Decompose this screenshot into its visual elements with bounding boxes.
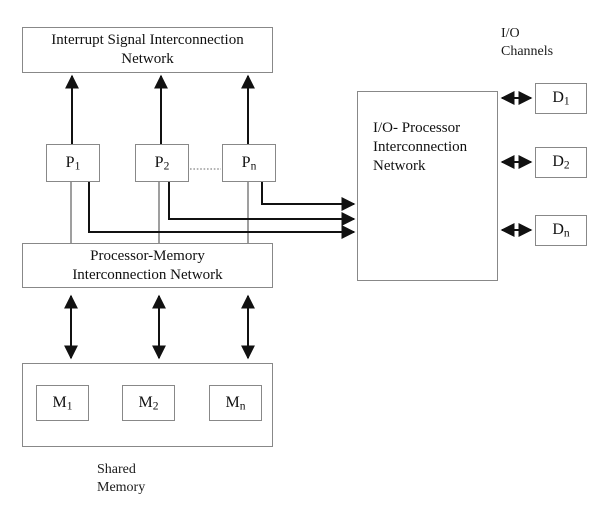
processor-box-pn[interactable]: Pn [222,144,276,182]
memory-arrow-group [64,294,255,360]
device-d1-label: D1 [552,89,570,108]
memory-m2-label: M2 [138,393,159,413]
device-dn-label: Dn [552,221,570,240]
processor-pn-label: Pn [241,153,257,173]
io-channels-label: I/O Channels [501,26,554,60]
memory-module-box-mn[interactable]: Mn [209,385,262,421]
interrupt-signal-interconnection-network-box[interactable]: Interrupt Signal Interconnection Network [22,27,273,73]
memory-module-box-m1[interactable]: M1 [36,385,89,421]
processor-memory-drop-lines [70,182,249,245]
interrupt-arrow-group [65,74,255,144]
device-arrow-group [500,91,533,237]
io-processor-network-label: I/O- Processor Interconnection Network [373,120,468,174]
io-device-box-d1[interactable]: D1 [535,83,587,114]
memory-m1-label: M1 [52,393,73,413]
interrupt-network-label: Interrupt Signal Interconnection Network [51,32,244,67]
processor-box-p1[interactable]: P1 [46,144,100,182]
io-processor-interconnection-network-box[interactable]: I/O- Processor Interconnection Network [357,91,498,281]
processor-memory-interconnection-network-box[interactable]: Processor-Memory Interconnection Network [22,243,273,288]
memory-mn-label: Mn [225,393,246,413]
device-d2-label: D2 [552,153,570,172]
shared-memory-label: Shared Memory [97,462,146,496]
io-device-box-dn[interactable]: Dn [535,215,587,246]
processor-p2-label: P2 [154,153,170,173]
processor-p1-label: P1 [65,153,81,173]
io-device-box-d2[interactable]: D2 [535,147,587,178]
io-processor-arrow-group [88,182,356,239]
memory-module-box-m2[interactable]: M2 [122,385,175,421]
diagram-canvas: Interrupt Signal Interconnection Network… [0,0,606,520]
processor-box-p2[interactable]: P2 [135,144,189,182]
processor-memory-network-label: Processor-Memory Interconnection Network [72,247,223,283]
